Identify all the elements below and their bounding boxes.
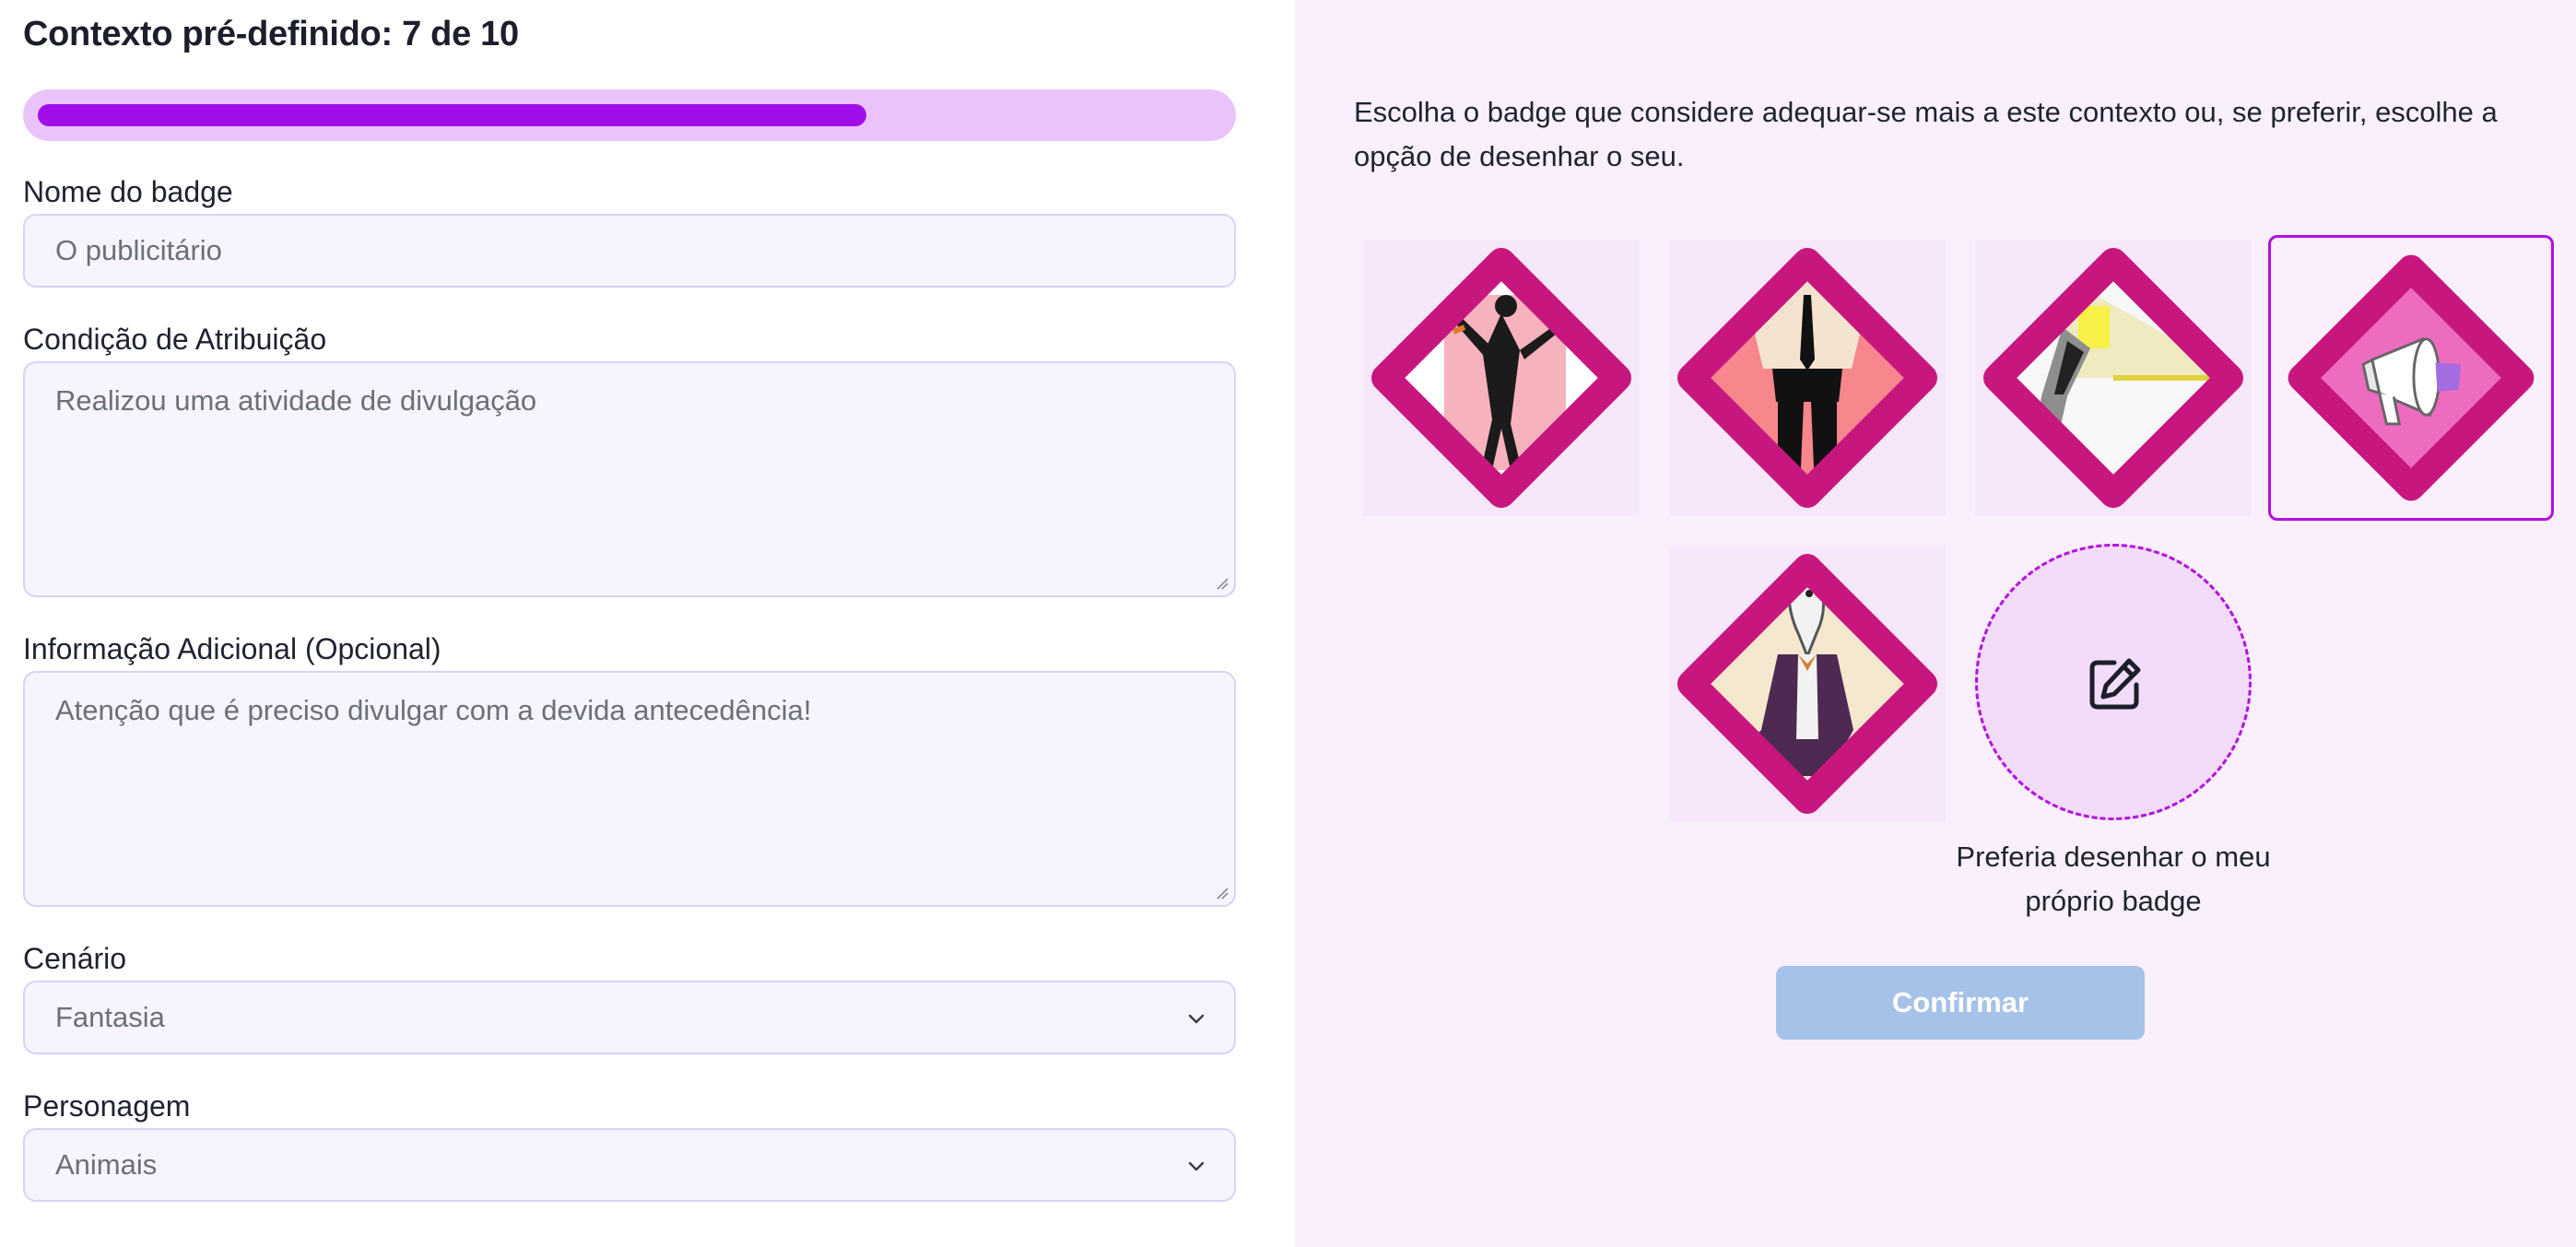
condition-label: Condição de Atribuição [23,323,327,356]
scenario-select[interactable]: Fantasia [23,981,1236,1054]
character-select[interactable]: Animais [23,1128,1236,1202]
badge-picker-instructions: Escolha o badge que considere adequar-se… [1354,96,2498,172]
dressed-animal-icon [1677,554,1937,814]
condition-text: Realizou uma atividade de divulgação [55,384,537,417]
resize-handle-icon[interactable] [1214,575,1229,590]
badge-option-4[interactable] [2268,235,2554,521]
draw-own-badge-option[interactable] [1975,544,2252,820]
additional-info-text: Atenção que é preciso divulgar com a dev… [55,694,812,726]
additional-info-textarea[interactable]: Atenção que é preciso divulgar com a dev… [23,671,1236,907]
condition-textarea[interactable]: Realizou uma atividade de divulgação [23,361,1236,597]
confirm-button[interactable]: Confirmar [1776,966,2145,1040]
progress-bar-fill [38,104,866,126]
progress-bar [23,89,1236,141]
badge-name-label: Nome do badge [23,175,233,208]
badge-option-5[interactable] [1669,546,1946,822]
edit-icon [2089,658,2141,710]
scenario-label: Cenário [23,942,127,975]
draw-own-badge-caption: Preferia desenhar o meu próprio badge [1956,841,2271,917]
chevron-down-icon [1188,1014,1205,1024]
badge-name-input[interactable]: O publicitário [23,214,1236,288]
scenario-selected-value: Fantasia [55,1001,165,1033]
badge-option-3[interactable] [1975,240,2252,516]
form-panel: Contexto pré-definido: 7 de 10 Nome do b… [0,0,1295,1247]
badge-option-1[interactable] [1363,240,1640,516]
megaphone-icon [2288,254,2535,501]
celebrating-businessman-icon [1371,248,1631,508]
badge-option-2[interactable] [1669,240,1946,516]
additional-info-label: Informação Adicional (Opcional) [23,632,441,665]
resize-handle-icon[interactable] [1214,885,1229,900]
character-label: Personagem [23,1089,191,1123]
page-title: Contexto pré-definido: 7 de 10 [23,15,519,53]
character-selected-value: Animais [55,1148,158,1181]
businessman-icon [1677,248,1937,508]
spotlight-icon [1983,248,2243,508]
chevron-down-icon [1188,1161,1205,1171]
